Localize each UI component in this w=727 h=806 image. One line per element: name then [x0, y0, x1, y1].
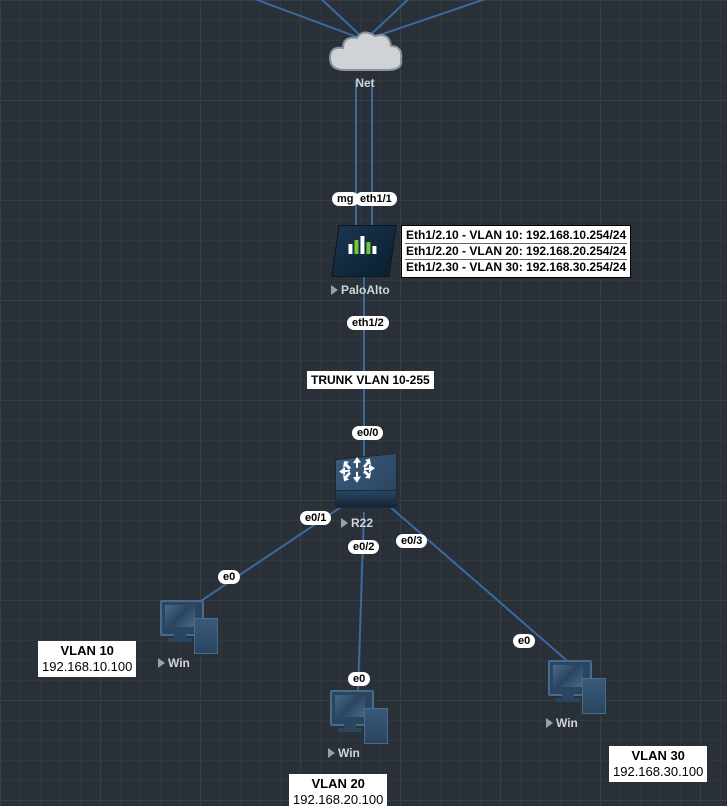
pc-icon	[160, 600, 218, 654]
node-win3-label: Win	[546, 716, 606, 730]
vlan30-box: VLAN 30192.168.30.100	[609, 746, 707, 782]
play-icon	[328, 748, 335, 758]
vlan10-box: VLAN 10192.168.10.100	[38, 641, 136, 677]
iflabel-win1-e0: e0	[218, 570, 240, 584]
iflabel-e0-0: e0/0	[352, 426, 383, 440]
firewall-icon	[331, 225, 396, 277]
iflabel-e0-2: e0/2	[348, 540, 379, 554]
node-win-vlan10[interactable]: Win	[160, 600, 218, 670]
pc-icon	[330, 690, 388, 744]
iflabel-eth1-1: eth1/1	[355, 192, 397, 206]
node-r22[interactable]: R22	[335, 456, 395, 530]
play-icon	[546, 718, 553, 728]
play-icon	[341, 518, 348, 528]
node-paloalto-label: PaloAlto	[331, 283, 393, 297]
node-win2-label: Win	[328, 746, 388, 760]
play-icon	[158, 658, 165, 668]
node-win1-label: Win	[158, 656, 218, 670]
iflabel-win2-e0: e0	[348, 672, 370, 686]
node-win-vlan30[interactable]: Win	[548, 660, 606, 730]
paloalto-subinterface-info: Eth1/2.10 - VLAN 10: 192.168.10.254/24 E…	[401, 225, 631, 278]
node-r22-label: R22	[341, 516, 395, 530]
cloud-icon	[325, 30, 405, 80]
iflabel-eth1-2: eth1/2	[347, 316, 389, 330]
l3-switch-icon	[335, 456, 395, 512]
vlan20-box: VLAN 20192.168.20.100	[289, 774, 387, 806]
play-icon	[331, 285, 338, 295]
pc-icon	[548, 660, 606, 714]
iflabel-e0-3: e0/3	[396, 534, 427, 548]
topology-canvas[interactable]: Net PaloAlto Eth1/2.10 - VLAN 10: 192.16…	[0, 0, 727, 806]
node-win-vlan20[interactable]: Win	[330, 690, 388, 760]
iflabel-win3-e0: e0	[513, 634, 535, 648]
iflabel-e0-1: e0/1	[300, 511, 331, 525]
node-net[interactable]: Net	[325, 30, 405, 90]
trunk-label: TRUNK VLAN 10-255	[307, 371, 434, 389]
node-paloalto[interactable]: PaloAlto	[335, 225, 393, 297]
